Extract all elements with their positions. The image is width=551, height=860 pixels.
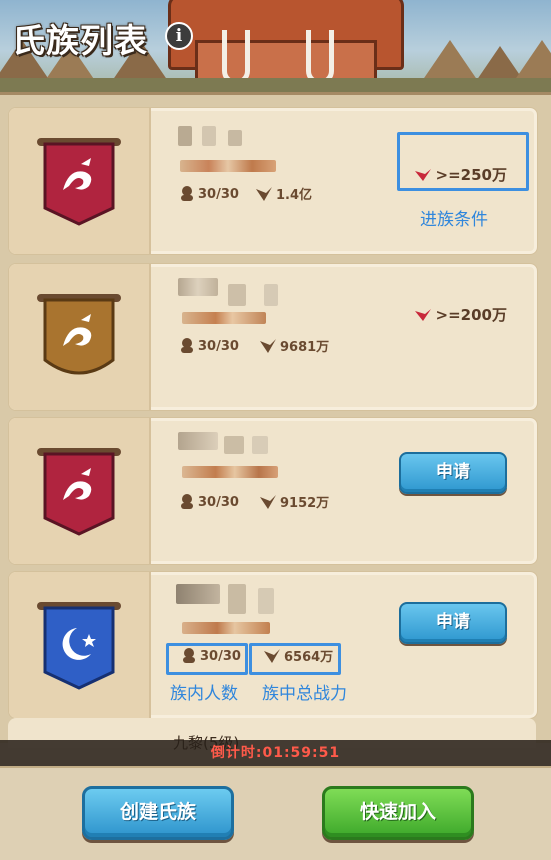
members-icon (181, 338, 193, 353)
tusk-decoration (222, 30, 250, 85)
clan-name-redacted (252, 436, 268, 454)
total-power-highlight (249, 643, 341, 675)
blue-moon-banner-icon (37, 602, 121, 690)
total-power-label: 族中总战力 (262, 684, 347, 704)
power-icon (260, 495, 276, 509)
join-condition-highlight (397, 132, 529, 191)
clan-list[interactable]: 30/30 1.4亿 >=250万 30/30 9681万 >=200万 30/… (0, 92, 551, 743)
page-title: 氏族列表 (12, 21, 148, 60)
clan-name-redacted (258, 588, 274, 614)
join-condition-label: 进族条件 (420, 210, 488, 230)
footer: 创建氏族 快速加入 (0, 766, 551, 860)
banner-column (9, 418, 151, 564)
header-banner: 氏族列表 i (0, 0, 551, 92)
clan-card[interactable]: 30/30 9681万 >=200万 (8, 263, 538, 411)
clan-name-redacted (228, 130, 242, 146)
power-requirement-icon (414, 309, 431, 321)
info-icon[interactable]: i (165, 22, 193, 50)
member-count-label: 族内人数 (170, 684, 238, 704)
clan-leader-redacted (182, 622, 270, 634)
member-count: 30/30 (178, 184, 239, 202)
countdown-bar: 倒计时:01:59:51 (0, 740, 551, 766)
countdown-timer: 倒计时:01:59:51 (210, 745, 341, 761)
ground-strip (0, 78, 551, 92)
join-requirement: >=200万 (413, 304, 507, 325)
clan-name-redacted (202, 126, 216, 146)
banner-column (9, 108, 151, 254)
power-icon (256, 187, 272, 201)
red-dragon-banner-icon (37, 138, 121, 226)
banner-column (9, 572, 151, 718)
clan-name-redacted (228, 584, 246, 614)
clan-name-redacted (176, 584, 220, 604)
apply-button[interactable]: 申请 (399, 452, 507, 494)
clan-power: 1.4亿 (254, 184, 312, 203)
power-icon (260, 339, 276, 353)
gold-dragon-banner-icon (37, 294, 121, 375)
quick-join-button[interactable]: 快速加入 (322, 786, 474, 840)
create-clan-button[interactable]: 创建氏族 (82, 786, 234, 840)
member-count: 30/30 (178, 336, 239, 354)
clan-power: 9681万 (258, 336, 329, 355)
banner-column (9, 264, 151, 410)
tusk-decoration (306, 30, 334, 85)
member-count: 30/30 (178, 492, 239, 510)
clan-name-redacted (228, 284, 246, 306)
clan-name-redacted (178, 278, 218, 296)
clan-card[interactable]: 30/30 9152万 申请 (8, 417, 538, 565)
clan-name-redacted (264, 284, 278, 306)
member-count-highlight (166, 643, 248, 675)
apply-button[interactable]: 申请 (399, 602, 507, 644)
clan-leader-redacted (182, 466, 278, 478)
members-icon (181, 494, 193, 509)
clan-name-redacted (178, 126, 192, 146)
clan-leader-redacted (182, 312, 266, 324)
clan-leader-redacted (180, 160, 276, 172)
members-icon (181, 186, 193, 201)
clan-power: 9152万 (258, 492, 329, 511)
clan-name-redacted (178, 432, 218, 450)
red-dragon-banner-icon (37, 448, 121, 536)
clan-name-redacted (224, 436, 244, 454)
